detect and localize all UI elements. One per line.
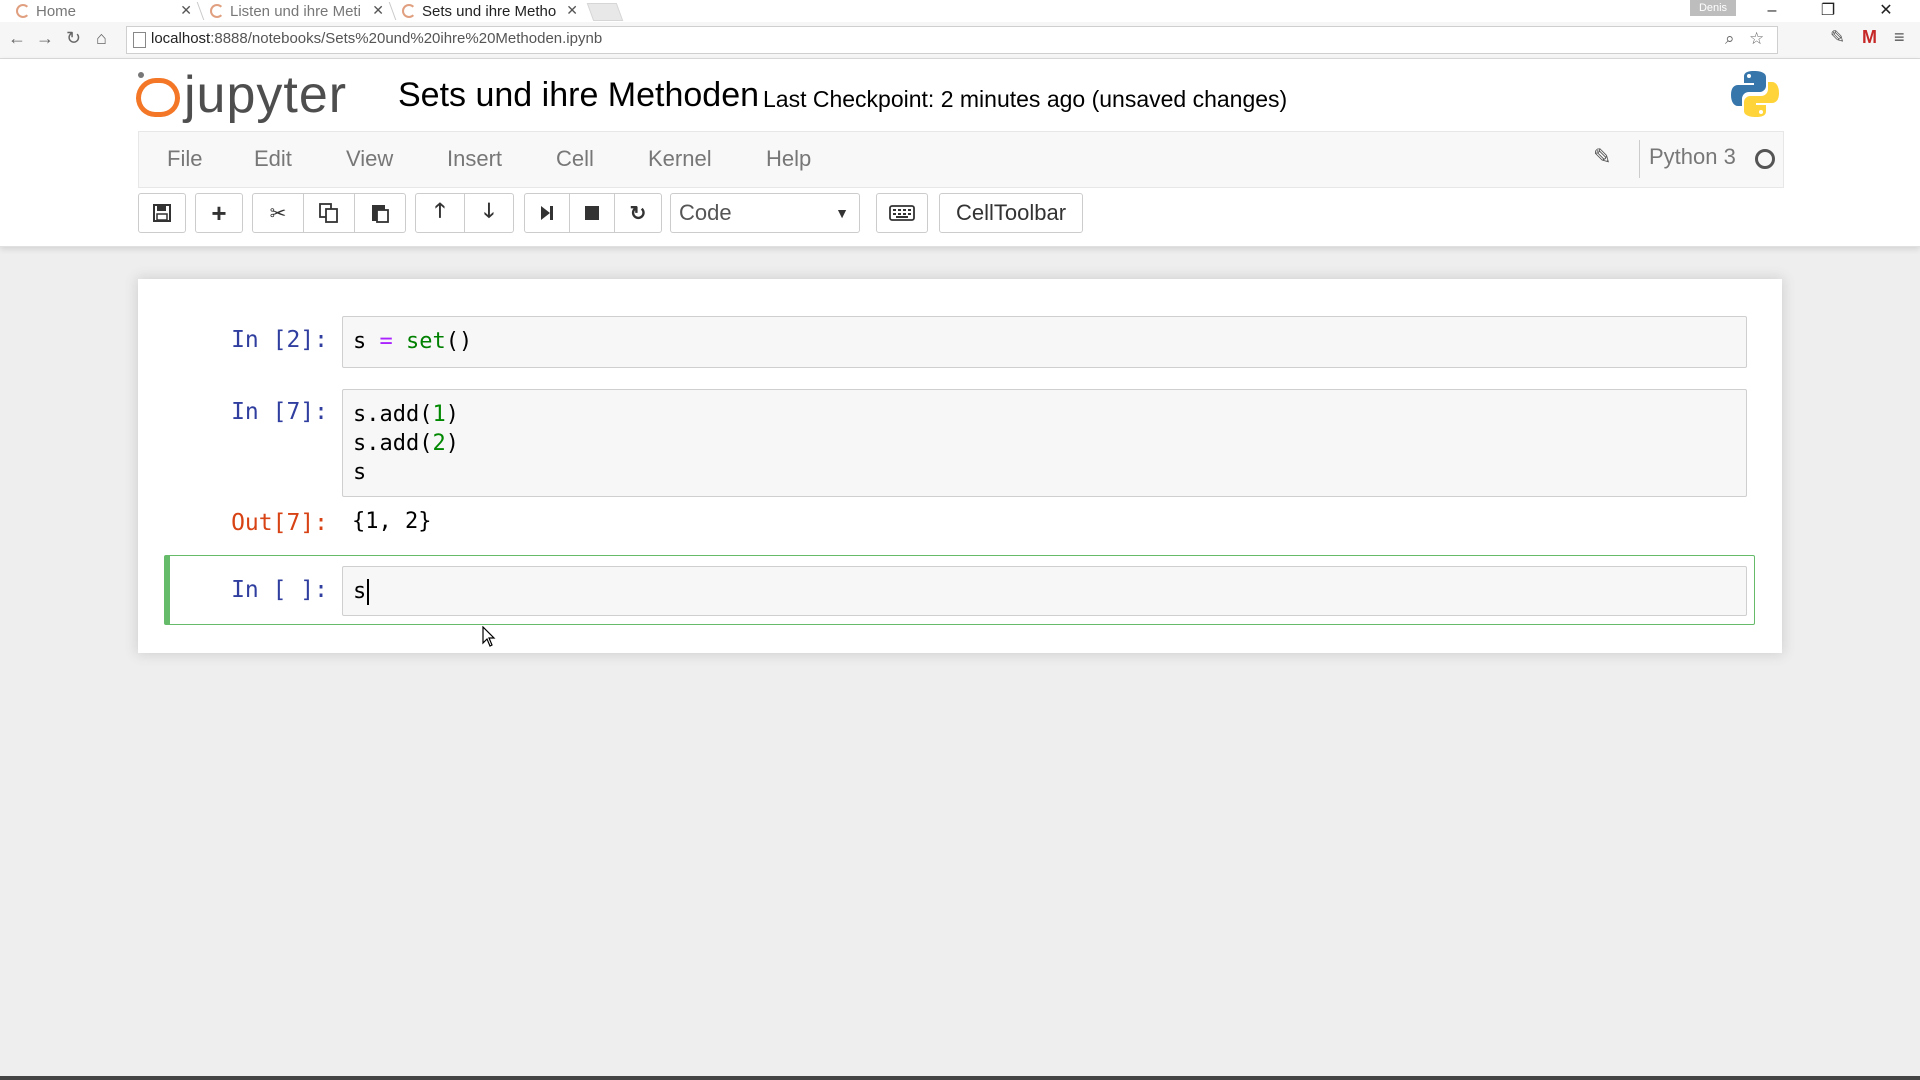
restart-kernel-button[interactable]: ↻: [614, 193, 662, 233]
divider: [1639, 140, 1640, 178]
tab-title: Listen und ihre Meti: [230, 2, 361, 20]
loading-icon: [210, 4, 224, 18]
browser-tabstrip: Home ✕ Listen und ihre Meti ✕ Sets und i…: [0, 0, 1920, 22]
profile-badge[interactable]: Denis: [1690, 0, 1736, 16]
close-icon[interactable]: ✕: [566, 2, 578, 19]
tab-sets[interactable]: Sets und ihre Metho ✕: [402, 0, 582, 22]
menu-edit[interactable]: Edit: [254, 146, 292, 172]
code-operator: =: [379, 329, 393, 354]
cut-button[interactable]: ✂: [252, 193, 304, 233]
logo-text: jupyter: [184, 66, 348, 124]
step-forward-icon: [541, 206, 553, 220]
tab-title: Sets und ihre Metho: [422, 2, 557, 20]
extension-icon[interactable]: ✎: [1830, 27, 1845, 48]
cell-type-value: Code: [679, 200, 732, 225]
save-icon: [153, 204, 171, 222]
code-cell-input[interactable]: s.add(1) s.add(2) s: [342, 389, 1747, 497]
url-field[interactable]: localhost:8888/notebooks/Sets%20und%20ih…: [126, 26, 1778, 54]
menu-kernel[interactable]: Kernel: [648, 146, 712, 172]
plus-icon: +: [211, 197, 227, 228]
window-close-icon[interactable]: ✕: [1866, 0, 1906, 22]
cell-output: {1, 2}: [352, 509, 432, 534]
cell-type-select[interactable]: Code ▼: [670, 193, 860, 233]
save-button[interactable]: [138, 193, 186, 233]
tab-divider: [196, 2, 205, 20]
tab-divider: [388, 2, 397, 20]
copy-button[interactable]: [303, 193, 355, 233]
mouse-pointer-icon: [482, 626, 496, 647]
bookmark-star-icon[interactable]: ☆: [1749, 29, 1764, 49]
menu-insert[interactable]: Insert: [447, 146, 502, 172]
move-up-button[interactable]: 🡑: [415, 193, 465, 233]
notebook-container: In [2]: s = set() In [7]: s.add(1) s.add…: [138, 279, 1782, 653]
menu-cell[interactable]: Cell: [556, 146, 594, 172]
close-icon[interactable]: ✕: [372, 2, 384, 19]
page-icon: [133, 32, 146, 48]
input-prompt: In [ ]:: [231, 577, 328, 603]
jupyter-logo-icon: [136, 72, 180, 118]
jupyter-header: jupyter Sets und ihre Methoden Last Chec…: [0, 59, 1920, 247]
input-prompt: In [7]:: [231, 399, 328, 425]
kernel-idle-icon: [1755, 149, 1775, 169]
arrow-up-icon: 🡑: [434, 200, 446, 222]
celltoolbar-button[interactable]: CellToolbar: [939, 193, 1083, 233]
notebook-name[interactable]: Sets und ihre Methoden: [398, 76, 759, 115]
chrome-menu-icon[interactable]: ≡: [1894, 27, 1905, 48]
loading-icon: [16, 4, 30, 18]
code-parens: (): [445, 329, 473, 354]
kernel-name: Python 3: [1649, 144, 1736, 169]
scissors-icon: ✂: [269, 202, 287, 225]
code-cell-input[interactable]: s = set(): [342, 316, 1747, 368]
python-logo-icon: [1731, 71, 1779, 117]
jupyter-logo[interactable]: jupyter: [136, 65, 347, 125]
stop-icon: [585, 206, 599, 220]
caret-down-icon: ▼: [835, 205, 849, 221]
output-prompt: Out[7]:: [231, 510, 328, 536]
url-text: localhost:8888/notebooks/Sets%20und%20ih…: [151, 30, 603, 47]
code-cell-input-active[interactable]: s: [342, 566, 1747, 616]
keyboard-icon: [889, 205, 915, 221]
reload-icon[interactable]: ↻: [66, 28, 81, 49]
gmail-icon[interactable]: M: [1862, 27, 1877, 48]
tab-home[interactable]: Home ✕: [16, 0, 196, 22]
tab-listen[interactable]: Listen und ihre Meti ✕: [210, 0, 388, 22]
checkpoint-status: Last Checkpoint: 2 minutes ago (unsaved …: [763, 86, 1288, 112]
code-builtin: set: [406, 329, 446, 354]
input-prompt: In [2]:: [231, 327, 328, 353]
code-line: s.add(1): [353, 402, 459, 427]
address-bar: ← → ↻ ⌂ localhost:8888/notebooks/Sets%20…: [0, 22, 1920, 59]
code-text: s: [353, 579, 367, 604]
window-bottom-border: [0, 1076, 1920, 1080]
move-down-button[interactable]: 🡓: [464, 193, 514, 233]
forward-icon[interactable]: →: [36, 28, 54, 49]
edit-mode-pencil-icon: ✎: [1593, 144, 1612, 169]
insert-cell-button[interactable]: +: [195, 193, 243, 233]
run-button[interactable]: [524, 193, 570, 233]
paste-button[interactable]: [354, 193, 406, 233]
command-palette-button[interactable]: [876, 193, 928, 233]
menubar: File Edit View Insert Cell Kernel Help ✎…: [138, 131, 1784, 188]
code-line: s: [353, 460, 367, 485]
new-tab-button[interactable]: [586, 3, 624, 21]
code-line: s.add(2): [353, 431, 459, 456]
menu-view[interactable]: View: [346, 146, 393, 172]
minimize-icon[interactable]: –: [1752, 0, 1792, 22]
interrupt-button[interactable]: [569, 193, 615, 233]
menu-file[interactable]: File: [167, 146, 202, 172]
tab-title: Home: [36, 2, 77, 20]
text-cursor: [367, 579, 370, 605]
restore-icon[interactable]: ❐: [1808, 0, 1848, 22]
arrow-down-icon: 🡓: [483, 200, 495, 222]
copy-icon: [319, 203, 338, 223]
home-icon[interactable]: ⌂: [96, 28, 107, 49]
menu-help[interactable]: Help: [766, 146, 811, 172]
zoom-icon[interactable]: ⌕: [1725, 29, 1735, 49]
close-icon[interactable]: ✕: [180, 2, 192, 19]
code-var: s: [353, 329, 380, 354]
refresh-icon: ↻: [629, 202, 647, 225]
back-icon[interactable]: ←: [8, 28, 26, 49]
paste-icon: [372, 205, 389, 223]
loading-icon: [402, 4, 416, 18]
